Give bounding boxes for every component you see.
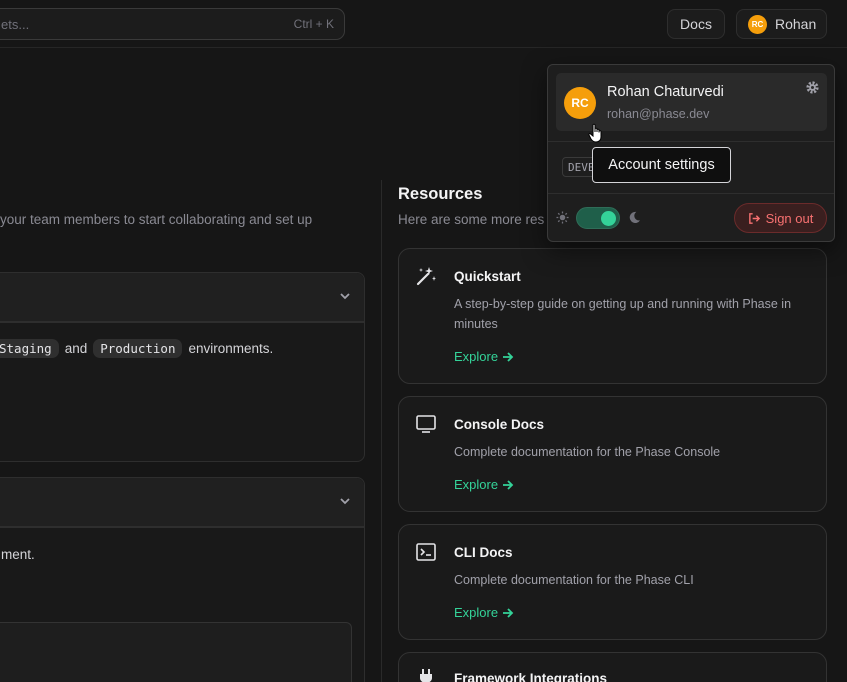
setup-panel-environments: Staging and Production environments. bbox=[0, 272, 365, 462]
card-title: Console Docs bbox=[454, 417, 545, 432]
resource-card-cli-docs[interactable]: CLI Docs Complete documentation for the … bbox=[398, 524, 827, 640]
resource-card-console-docs[interactable]: Console Docs Complete documentation for … bbox=[398, 396, 827, 512]
arrow-right-icon bbox=[503, 351, 514, 362]
explore-link[interactable]: Explore bbox=[454, 349, 514, 364]
arrow-right-icon bbox=[503, 607, 514, 618]
account-name: Rohan Chaturvedi bbox=[607, 84, 724, 100]
plug-icon bbox=[420, 669, 432, 682]
panel-header[interactable] bbox=[0, 273, 364, 323]
chevron-down-icon bbox=[340, 498, 350, 505]
sign-out-button[interactable]: Sign out bbox=[734, 203, 827, 233]
divider bbox=[548, 193, 834, 194]
chevron-down-icon bbox=[340, 293, 350, 300]
resources-title: Resources bbox=[398, 185, 483, 203]
docs-button[interactable]: Docs bbox=[667, 9, 725, 39]
env-production: Production bbox=[93, 339, 183, 358]
search-shortcut: Ctrl + K bbox=[293, 17, 334, 31]
sign-out-label: Sign out bbox=[765, 210, 814, 226]
account-email: rohan@phase.dev bbox=[607, 107, 710, 121]
avatar: RC bbox=[748, 14, 767, 34]
sun-icon bbox=[556, 211, 569, 224]
user-name: Rohan bbox=[775, 16, 817, 32]
inner-box bbox=[0, 622, 352, 682]
card-description: A step-by-step guide on getting up and r… bbox=[454, 297, 792, 331]
explore-label: Explore bbox=[454, 349, 499, 364]
resource-card-quickstart[interactable]: Quickstart A step-by-step guide on getti… bbox=[398, 248, 827, 384]
hand-cursor-icon bbox=[588, 123, 602, 143]
card-title: Quickstart bbox=[454, 269, 521, 284]
moon-icon bbox=[629, 211, 641, 223]
top-bar: ets... Ctrl + K Docs RC Rohan bbox=[0, 0, 847, 48]
explore-label: Explore bbox=[454, 477, 499, 492]
card-description: Complete documentation for the Phase Con… bbox=[454, 445, 721, 459]
search-placeholder: ets... bbox=[1, 17, 30, 32]
terminal-icon bbox=[416, 543, 436, 561]
sign-out-icon bbox=[748, 212, 760, 224]
card-description: Complete documentation for the Phase CLI bbox=[454, 573, 694, 587]
resources-subtitle: Here are some more res bbox=[398, 212, 545, 227]
env-suffix: environments. bbox=[188, 341, 274, 356]
explore-link[interactable]: Explore bbox=[454, 605, 514, 620]
arrow-right-icon bbox=[503, 479, 514, 490]
account-settings-tooltip: Account settings bbox=[592, 147, 731, 183]
monitor-icon bbox=[416, 415, 436, 433]
search-input[interactable]: ets... Ctrl + K bbox=[0, 8, 345, 40]
intro-text: your team members to start collaborating… bbox=[0, 212, 313, 227]
env-and: and bbox=[64, 341, 88, 356]
explore-link[interactable]: Explore bbox=[454, 477, 514, 492]
card-title: CLI Docs bbox=[454, 545, 513, 560]
panel-text: ment. bbox=[1, 547, 35, 562]
magic-wand-icon bbox=[416, 267, 436, 286]
toggle-knob bbox=[601, 211, 616, 226]
panel-header[interactable] bbox=[0, 478, 364, 528]
card-title: Framework Integrations bbox=[454, 671, 608, 682]
user-menu-button[interactable]: RC Rohan bbox=[736, 9, 827, 39]
column-divider bbox=[381, 180, 382, 682]
environments-line: Staging and Production environments. bbox=[0, 339, 273, 358]
avatar: RC bbox=[564, 87, 596, 119]
gear-icon[interactable] bbox=[805, 80, 820, 95]
explore-label: Explore bbox=[454, 605, 499, 620]
theme-toggle[interactable] bbox=[576, 207, 620, 229]
env-staging: Staging bbox=[0, 339, 59, 358]
resource-card-framework-integrations[interactable]: Framework Integrations bbox=[398, 652, 827, 682]
